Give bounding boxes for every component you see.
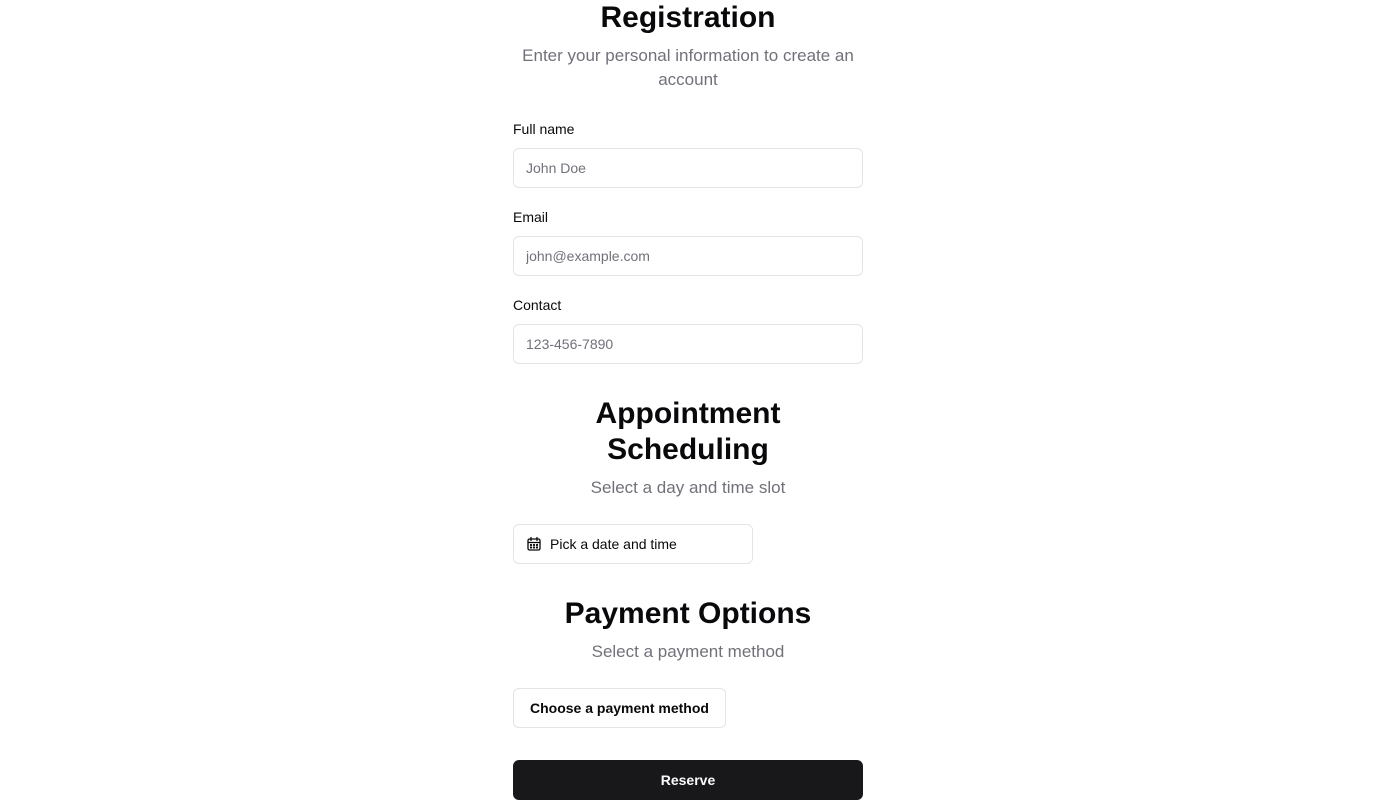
registration-title: Registration <box>600 1 776 34</box>
full-name-input[interactable] <box>513 148 863 188</box>
email-label: Email <box>513 209 549 225</box>
calendar-icon <box>526 536 542 552</box>
payment-title: Payment Options <box>564 597 812 630</box>
date-time-picker-label: Pick a date and time <box>550 536 677 552</box>
appointment-title: Appointment Scheduling <box>595 397 781 466</box>
contact-input[interactable] <box>513 324 863 364</box>
date-time-picker-button[interactable]: Pick a date and time <box>513 524 753 564</box>
registration-page: Registration Enter your personal informa… <box>0 0 1376 800</box>
registration-subtitle: Enter your personal information to creat… <box>522 46 854 89</box>
full-name-label: Full name <box>513 121 575 137</box>
email-input[interactable] <box>513 236 863 276</box>
contact-label: Contact <box>513 297 562 313</box>
choose-payment-method-button[interactable]: Choose a payment method <box>513 688 726 728</box>
reserve-button[interactable]: Reserve <box>513 760 863 800</box>
appointment-subtitle: Select a day and time slot <box>590 478 786 497</box>
payment-subtitle: Select a payment method <box>591 642 785 661</box>
